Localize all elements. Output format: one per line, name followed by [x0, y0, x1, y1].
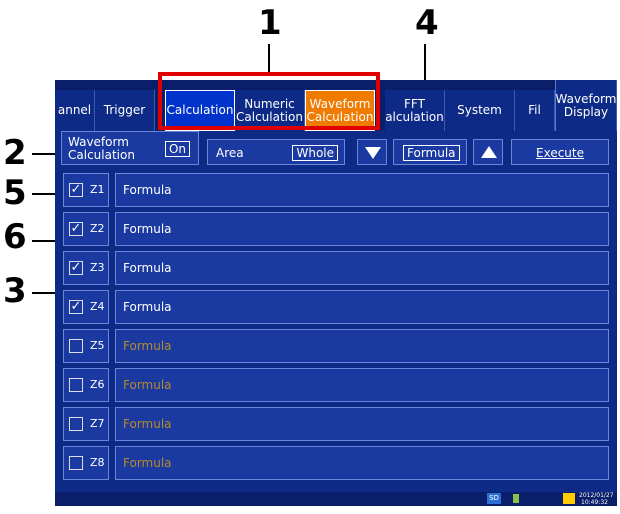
callout-4: 4 — [415, 3, 439, 43]
area-value: Whole — [292, 145, 338, 161]
row-select-3[interactable]: ✓ Z3 — [63, 251, 109, 285]
datetime-line1: 2012/01/27 — [579, 492, 614, 499]
callout-1: 1 — [258, 3, 282, 43]
leader-line-1 — [268, 44, 270, 72]
tab-fft-calculation[interactable]: FFT alculation — [385, 90, 445, 131]
up-button[interactable] — [473, 139, 503, 165]
formula-text: Formula — [123, 417, 172, 431]
tab-channel-label: annel — [57, 103, 92, 118]
checkbox-5[interactable] — [69, 339, 83, 353]
waveform-display-button[interactable]: Waveform Display — [555, 80, 617, 131]
formula-field-3[interactable]: Formula — [115, 251, 609, 285]
tab-fft-label: FFT alculation — [385, 96, 444, 124]
formula-text: Formula — [123, 300, 172, 314]
checkbox-8[interactable] — [69, 456, 83, 470]
formula-field-4[interactable]: Formula — [115, 290, 609, 324]
device-screen: annel Trigger Calculation Numeric Calcul… — [55, 80, 617, 506]
down-button[interactable] — [357, 139, 387, 165]
row-label: Z5 — [90, 339, 105, 352]
row-select-8[interactable]: Z8 — [63, 446, 109, 480]
tab-system-label: System — [457, 103, 502, 118]
datetime-line2: 10:49:32 — [581, 499, 608, 506]
formula-text: Formula — [123, 183, 172, 197]
callout-5: 5 — [3, 173, 27, 213]
formula-text: Formula — [123, 339, 172, 353]
waveform-calculation-label: Waveform Calculation — [68, 135, 135, 163]
sd-card-icon: SD — [487, 493, 501, 504]
triangle-up-icon — [481, 146, 497, 158]
checkbox-1[interactable]: ✓ — [69, 183, 83, 197]
formula-field-8[interactable]: Formula — [115, 446, 609, 480]
row-label: Z4 — [90, 300, 105, 313]
checkbox-4[interactable]: ✓ — [69, 300, 83, 314]
formula-field-2[interactable]: Formula — [115, 212, 609, 246]
row-label: Z7 — [90, 417, 105, 430]
triangle-down-icon — [365, 147, 381, 159]
waveform-calculation-toggle[interactable]: Waveform Calculation On — [61, 131, 199, 165]
execute-button-label: Execute — [536, 146, 584, 160]
waveform-calculation-value: On — [164, 141, 190, 157]
tab-file[interactable]: Fil — [515, 90, 555, 131]
row-select-4[interactable]: ✓ Z4 — [63, 290, 109, 324]
tab-channel[interactable]: annel — [55, 90, 95, 131]
power-icon — [563, 493, 575, 504]
checkbox-6[interactable] — [69, 378, 83, 392]
checkbox-7[interactable] — [69, 417, 83, 431]
formula-text: Formula — [123, 222, 172, 236]
formula-field-7[interactable]: Formula — [115, 407, 609, 441]
tab-file-label: Fil — [528, 103, 541, 118]
formula-button[interactable]: Formula — [393, 139, 467, 165]
tab-trigger-label: Trigger — [103, 103, 146, 118]
execute-button[interactable]: Execute — [511, 139, 609, 165]
row-select-2[interactable]: ✓ Z2 — [63, 212, 109, 246]
row-label: Z3 — [90, 261, 105, 274]
checkbox-2[interactable]: ✓ — [69, 222, 83, 236]
callout-6: 6 — [3, 217, 27, 257]
area-setting[interactable]: Area Whole — [207, 139, 345, 165]
formula-field-6[interactable]: Formula — [115, 368, 609, 402]
formula-field-1[interactable]: Formula — [115, 173, 609, 207]
status-bar: SD 2012/01/27 10:49:32 — [55, 492, 617, 506]
row-label: Z6 — [90, 378, 105, 391]
formula-button-label: Formula — [403, 145, 460, 161]
highlight-box — [158, 72, 380, 130]
formula-text: Formula — [123, 378, 172, 392]
row-select-6[interactable]: Z6 — [63, 368, 109, 402]
formula-text: Formula — [123, 456, 172, 470]
waveform-display-label: Waveform Display — [555, 91, 617, 119]
tab-trigger[interactable]: Trigger — [95, 90, 155, 131]
callout-2: 2 — [3, 133, 27, 173]
row-select-7[interactable]: Z7 — [63, 407, 109, 441]
formula-text: Formula — [123, 261, 172, 275]
row-select-5[interactable]: Z5 — [63, 329, 109, 363]
tab-system[interactable]: System — [445, 90, 515, 131]
row-label: Z2 — [90, 222, 105, 235]
area-label: Area — [216, 146, 244, 160]
checkbox-3[interactable]: ✓ — [69, 261, 83, 275]
callout-3: 3 — [3, 271, 27, 311]
row-select-1[interactable]: ✓ Z1 — [63, 173, 109, 207]
formula-field-5[interactable]: Formula — [115, 329, 609, 363]
usb-icon — [513, 494, 519, 503]
row-label: Z1 — [90, 183, 105, 196]
row-label: Z8 — [90, 456, 105, 469]
